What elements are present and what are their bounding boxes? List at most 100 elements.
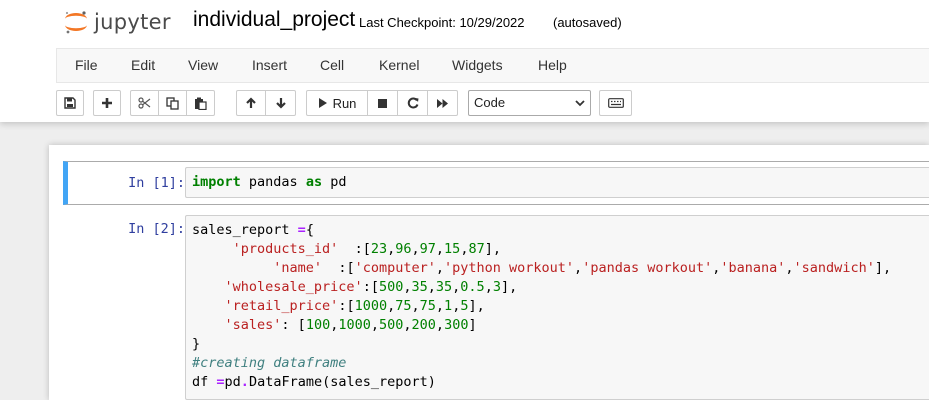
paste-button[interactable] (187, 90, 215, 116)
run-button[interactable]: Run (306, 90, 368, 116)
code-line: sales_report ={ (192, 221, 314, 240)
code-token: import (192, 174, 241, 190)
move-up-button[interactable] (236, 90, 266, 116)
logo-text: jupyter (94, 10, 171, 34)
interrupt-button[interactable] (368, 90, 398, 116)
stop-icon (378, 98, 387, 108)
code-token: 200 (411, 317, 436, 333)
code-token: as (305, 174, 323, 190)
fast-forward-icon (437, 98, 448, 108)
menu-widgets[interactable]: Widgets (452, 49, 503, 82)
code-line: } (192, 335, 200, 354)
code-token: , (435, 298, 445, 314)
code-token: ], (484, 241, 501, 257)
code-token: 'sandwich' (793, 260, 875, 276)
cut-button[interactable] (130, 90, 159, 116)
restart-run-all-button[interactable] (428, 90, 458, 116)
code-line: 'wholesale_price':[500,35,35,0.5,3], (192, 278, 518, 297)
code-token: DataFrame(sales_report) (248, 374, 436, 390)
input-prompt: In [2]: (128, 221, 185, 237)
code-token: 300 (444, 317, 469, 333)
code-token: , (435, 260, 444, 276)
code-line: #creating dataframe (192, 354, 346, 373)
code-token: 500 (379, 317, 404, 333)
code-token: 'computer' (354, 260, 436, 276)
code-token: :[ (338, 298, 355, 314)
code-token: :[ (362, 279, 379, 295)
code-token: df (192, 374, 217, 390)
arrow-down-icon (275, 98, 286, 109)
cell-type-select[interactable]: Code (468, 90, 591, 116)
paste-icon (195, 97, 207, 110)
code-token: 87 (468, 241, 485, 257)
code-editor[interactable]: import pandas as pd (185, 167, 929, 198)
code-token: 'sales' (224, 317, 282, 333)
jupyter-logo[interactable]: jupyter (62, 6, 171, 38)
code-token: 1 (444, 298, 453, 314)
menu-kernel[interactable]: Kernel (379, 49, 419, 82)
code-token: , (411, 298, 420, 314)
code-token: 96 (395, 241, 412, 257)
code-editor[interactable]: sales_report ={ 'products_id' :[23,96,97… (185, 215, 929, 400)
play-icon (318, 98, 327, 108)
code-line: 'name' :['computer','python workout','pa… (192, 259, 891, 278)
menu-help[interactable]: Help (538, 49, 567, 82)
code-cell-1[interactable]: In [1]: import pandas as pd (63, 161, 929, 205)
code-token: = (297, 222, 306, 238)
menu-insert[interactable]: Insert (252, 49, 287, 82)
save-icon (64, 97, 76, 109)
code-token: 1000 (354, 298, 388, 314)
code-token: = (216, 374, 225, 390)
code-token: 15 (444, 241, 461, 257)
code-token: 23 (370, 241, 388, 257)
code-token: 'banana' (720, 260, 786, 276)
run-label: Run (332, 95, 357, 111)
code-token: , (387, 298, 396, 314)
notebook-title[interactable]: individual_project (193, 8, 355, 32)
insert-cell-button[interactable] (93, 90, 121, 116)
code-line: import pandas as pd (192, 173, 346, 192)
code-token: pandas (240, 174, 306, 190)
chevron-down-icon (575, 91, 585, 123)
toolbar: Run Code (56, 90, 929, 118)
code-token: ], (874, 260, 892, 276)
code-cell-2[interactable]: In [2]: sales_report ={ 'products_id' :[… (63, 210, 929, 400)
code-token: , (387, 241, 396, 257)
last-checkpoint: Last Checkpoint: 10/29/2022 (359, 15, 525, 30)
notebook-header: jupyter individual_project Last Checkpoi… (0, 0, 929, 122)
code-token: , (403, 317, 412, 333)
code-token: 'wholesale_price' (224, 279, 363, 295)
jupyter-logo-icon (65, 11, 87, 34)
plus-icon (102, 98, 112, 108)
command-palette-button[interactable] (599, 90, 632, 116)
code-token: 35 (411, 279, 428, 295)
code-token: 'pandas workout' (582, 260, 713, 276)
copy-button[interactable] (159, 90, 187, 116)
code-token: , (484, 279, 493, 295)
move-down-button[interactable] (266, 90, 296, 116)
code-token: 35 (435, 279, 453, 295)
code-token: 0.5 (460, 279, 485, 295)
code-token: 75 (395, 298, 412, 314)
menu-edit[interactable]: Edit (131, 49, 155, 82)
code-token: :[ (338, 241, 371, 257)
code-token: sales_report (192, 222, 298, 238)
save-button[interactable] (56, 90, 84, 116)
menu-bar: File Edit View Insert Cell Kernel Widget… (56, 48, 929, 83)
input-prompt: In [1]: (128, 175, 185, 191)
code-token: 100 (305, 317, 331, 333)
restart-button[interactable] (398, 90, 428, 116)
code-token: , (370, 317, 379, 333)
code-token: , (435, 241, 445, 257)
code-line: 'retail_price':[1000,75,75,1,5], (192, 297, 485, 316)
code-token: ], (468, 298, 485, 314)
code-token: 'python workout' (444, 260, 575, 276)
code-line: 'sales': [100,1000,500,200,300] (192, 316, 477, 335)
code-token: 3 (492, 279, 501, 295)
code-token: , (785, 260, 794, 276)
menu-cell[interactable]: Cell (320, 49, 344, 82)
menu-view[interactable]: View (188, 49, 218, 82)
menu-file[interactable]: File (75, 49, 98, 82)
